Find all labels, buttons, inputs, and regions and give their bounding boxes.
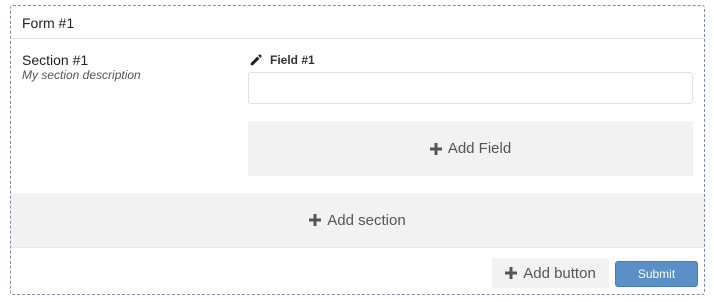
pencil-icon xyxy=(250,54,262,66)
field-label-row[interactable]: Field #1 xyxy=(249,52,315,68)
add-field-label: Add Field xyxy=(447,140,512,157)
add-section-button[interactable]: Add section xyxy=(11,193,704,247)
form-header: Form #1 xyxy=(11,6,704,39)
plus-icon xyxy=(309,214,322,226)
add-field-button[interactable]: Add Field xyxy=(248,121,693,176)
plus-icon xyxy=(429,142,442,155)
section-description[interactable]: My section description xyxy=(22,68,141,82)
form-card: Form #1 Section #1 My section descriptio… xyxy=(10,5,705,295)
field-label: Field #1 xyxy=(270,53,315,67)
add-button-label: Add button xyxy=(523,264,596,282)
section-title[interactable]: Section #1 xyxy=(22,52,88,68)
plus-icon xyxy=(505,267,518,279)
add-button[interactable]: Add button xyxy=(492,258,609,288)
field-input[interactable] xyxy=(248,72,693,104)
footer-divider xyxy=(11,247,704,248)
add-section-label: Add section xyxy=(327,211,406,229)
submit-button[interactable]: Submit xyxy=(615,261,698,287)
form-title[interactable]: Form #1 xyxy=(22,15,74,31)
